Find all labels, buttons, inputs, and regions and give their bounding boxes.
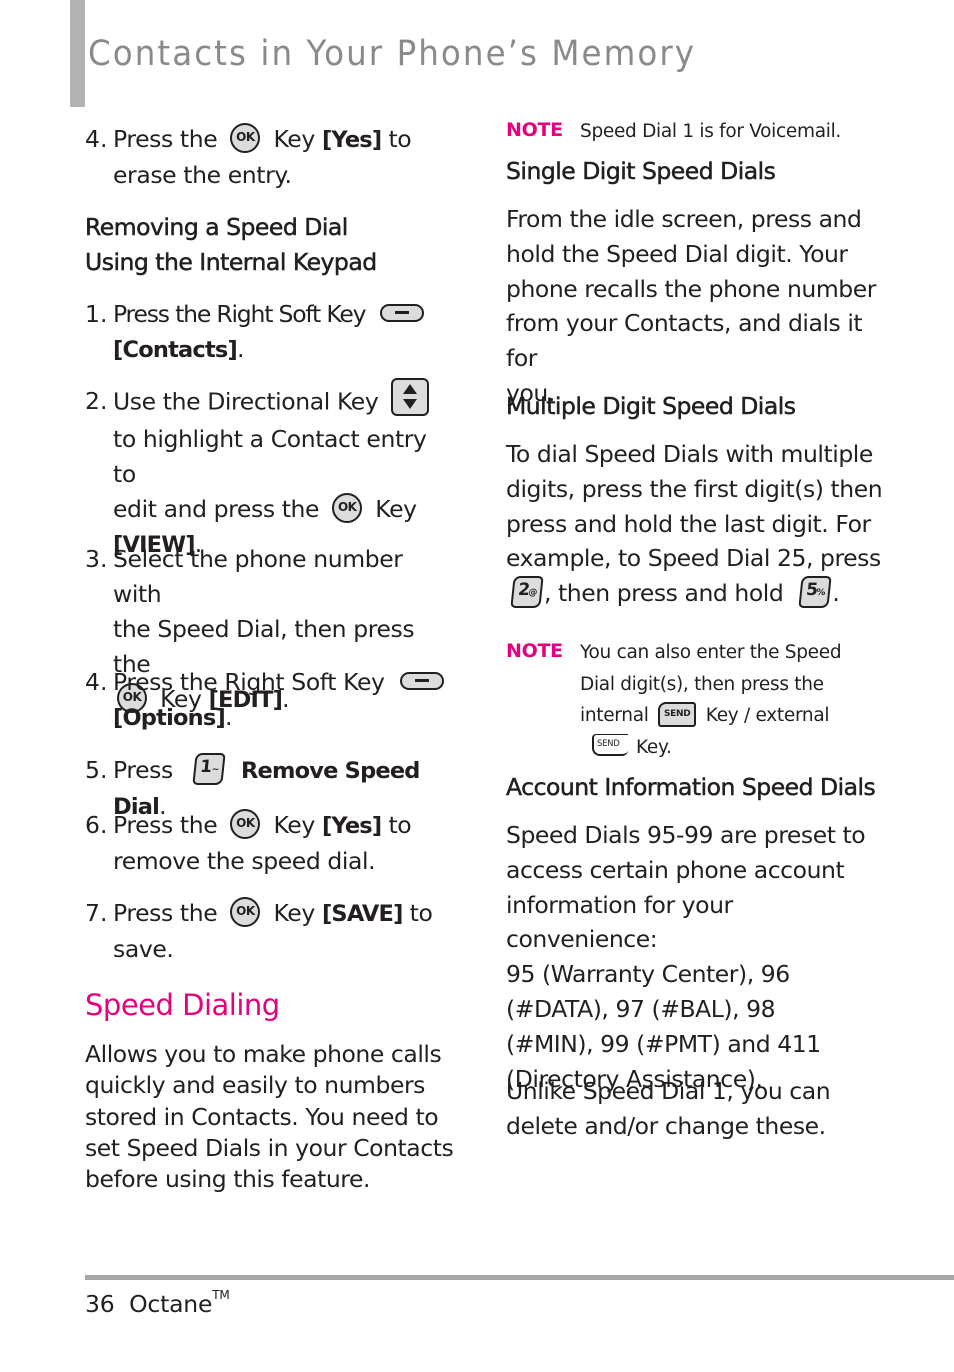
step-number: 2. [85, 387, 108, 415]
step-text: save. [113, 935, 174, 963]
paragraph-line: From the idle screen, press and [506, 205, 862, 233]
ok-key-icon: OK [230, 122, 261, 153]
note-line: Key / external [705, 705, 830, 726]
step-number: 3. [85, 545, 108, 573]
step-text: Press the [113, 899, 218, 927]
header-bar [70, 0, 85, 107]
heading-single-digit: Single Digit Speed Dials [506, 157, 776, 186]
external-send-key-icon: SEND [592, 733, 628, 756]
step-text: erase the entry. [113, 161, 292, 189]
step-text: edit and press the [113, 495, 320, 523]
paragraph-line: To dial Speed Dials with multiple [506, 440, 873, 468]
step-text: remove the speed dial. [113, 847, 376, 875]
note-line: Dial digit(s), then press the [580, 673, 824, 695]
step-text: to [409, 899, 433, 927]
page-footer: 36 OctaneTM [85, 1288, 230, 1318]
step-text: Press [113, 756, 173, 784]
footer-divider [85, 1275, 954, 1280]
step-text: Key [375, 495, 417, 523]
paragraph-line: , then press and hold [544, 579, 784, 608]
paragraph-line: (#DATA), 97 (#BAL), 98 [506, 994, 776, 1023]
paragraph-line: . [832, 579, 840, 608]
step-number: 6. [85, 811, 108, 839]
paragraph-line: from your Contacts, and dials it for [506, 309, 863, 373]
step-action: [Contacts] [113, 337, 238, 363]
right-soft-key-icon [399, 671, 444, 690]
step-action: [SAVE] [321, 901, 403, 927]
paragraph-line: information for your convenience: [506, 890, 733, 954]
paragraph-line: digits, press the first digit(s) then [506, 474, 883, 503]
multiple-digit-text: To dial Speed Dials with multiple digits… [506, 437, 886, 611]
paragraph-line: Speed Dials 95-99 are preset to [506, 821, 866, 849]
paragraph-line: (#MIN), 99 (#PMT) and 411 [506, 1029, 821, 1058]
subheading-line: Using the Internal Keypad [85, 248, 378, 277]
note-line: Key. [636, 736, 672, 758]
step-text: Key [273, 899, 315, 927]
note-line: internal [580, 705, 649, 726]
internal-send-key-icon: SEND [658, 701, 697, 727]
ok-key-icon: OK [230, 808, 261, 839]
step-number: 4. [85, 668, 108, 696]
key-symbol: % [816, 587, 826, 598]
step-action: [Yes] [321, 127, 382, 153]
page-title: Contacts in Your Phone’s Memory [88, 34, 697, 74]
step-text: Key [273, 125, 315, 153]
step-text: Press the Right Soft Key [113, 300, 367, 328]
trademark-symbol: TM [212, 1288, 230, 1302]
paragraph-line: phone recalls the phone number [506, 274, 876, 303]
paragraph-line: stored in Contacts. You need to [85, 1102, 439, 1131]
step-text: Select the phone number with [113, 545, 403, 608]
step-number: 7. [85, 899, 108, 927]
account-closing-text: Unlike Speed Dial 1, you can delete and/… [506, 1074, 886, 1144]
step-text: to [388, 811, 412, 839]
step-text: to [388, 125, 412, 153]
paragraph-line: delete and/or change these. [506, 1111, 826, 1140]
right-soft-key-icon [379, 303, 424, 322]
subheading-removing: Removing a Speed Dial Using the Internal… [85, 210, 378, 280]
paragraph-line: example, to Speed Dial 25, press [506, 544, 881, 573]
step-action: [Yes] [321, 813, 382, 839]
note-label: NOTE [506, 119, 563, 141]
step-text: Press the [113, 811, 218, 839]
heading-multiple-digit: Multiple Digit Speed Dials [506, 392, 797, 421]
step-text: . [236, 335, 245, 363]
paragraph-line: 95 (Warranty Center), 96 [506, 960, 790, 989]
step-action: [Options] [113, 705, 226, 731]
paragraph-line: access certain phone account [506, 855, 845, 884]
step-text: Press the Right Soft Key [113, 668, 385, 696]
paragraph-line: set Speed Dials in your Contacts [85, 1133, 454, 1162]
step-number: 4. [85, 125, 108, 153]
step-text: Use the Directional Key [113, 387, 379, 416]
key-1-icon: 1 ~ [192, 752, 226, 785]
note-text: Speed Dial 1 is for Voicemail. [580, 121, 841, 142]
step-text: Key [273, 811, 315, 839]
paragraph-line: Unlike Speed Dial 1, you can [506, 1077, 831, 1105]
key-5-icon: 5 % [798, 575, 833, 608]
account-information-text: Speed Dials 95-99 are preset to access c… [506, 818, 886, 1096]
step-text: Press the [113, 125, 218, 153]
note-label: NOTE [506, 640, 563, 662]
paragraph-line: before using this feature. [85, 1165, 371, 1194]
key-2-icon: 2 @ [510, 575, 544, 608]
note-line: You can also enter the Speed [580, 642, 842, 663]
page-number: 36 [85, 1290, 115, 1318]
step-number: 5. [85, 756, 108, 784]
directional-key-icon [391, 378, 430, 416]
paragraph-line: hold the Speed Dial digit. Your [506, 239, 848, 268]
step-text: . [224, 703, 233, 731]
ok-key-icon: OK [332, 492, 363, 523]
single-digit-text: From the idle screen, press and hold the… [506, 202, 886, 411]
speed-dialing-intro: Allows you to make phone calls quickly a… [85, 1039, 465, 1195]
paragraph-line: Allows you to make phone calls [85, 1040, 442, 1068]
step-text: to highlight a Contact entry to [113, 425, 427, 488]
paragraph-line: press and hold the last digit. For [506, 509, 871, 538]
note-text: You can also enter the Speed Dial digit(… [580, 637, 870, 763]
step-number: 1. [85, 300, 108, 328]
section-title-speed-dialing: Speed Dialing [85, 988, 280, 1022]
product-name: Octane [129, 1290, 213, 1318]
heading-account-information: Account Information Speed Dials [506, 773, 876, 802]
ok-key-icon: OK [230, 896, 261, 927]
subheading-line: Removing a Speed Dial [85, 213, 349, 242]
paragraph-line: quickly and easily to numbers [85, 1071, 425, 1100]
